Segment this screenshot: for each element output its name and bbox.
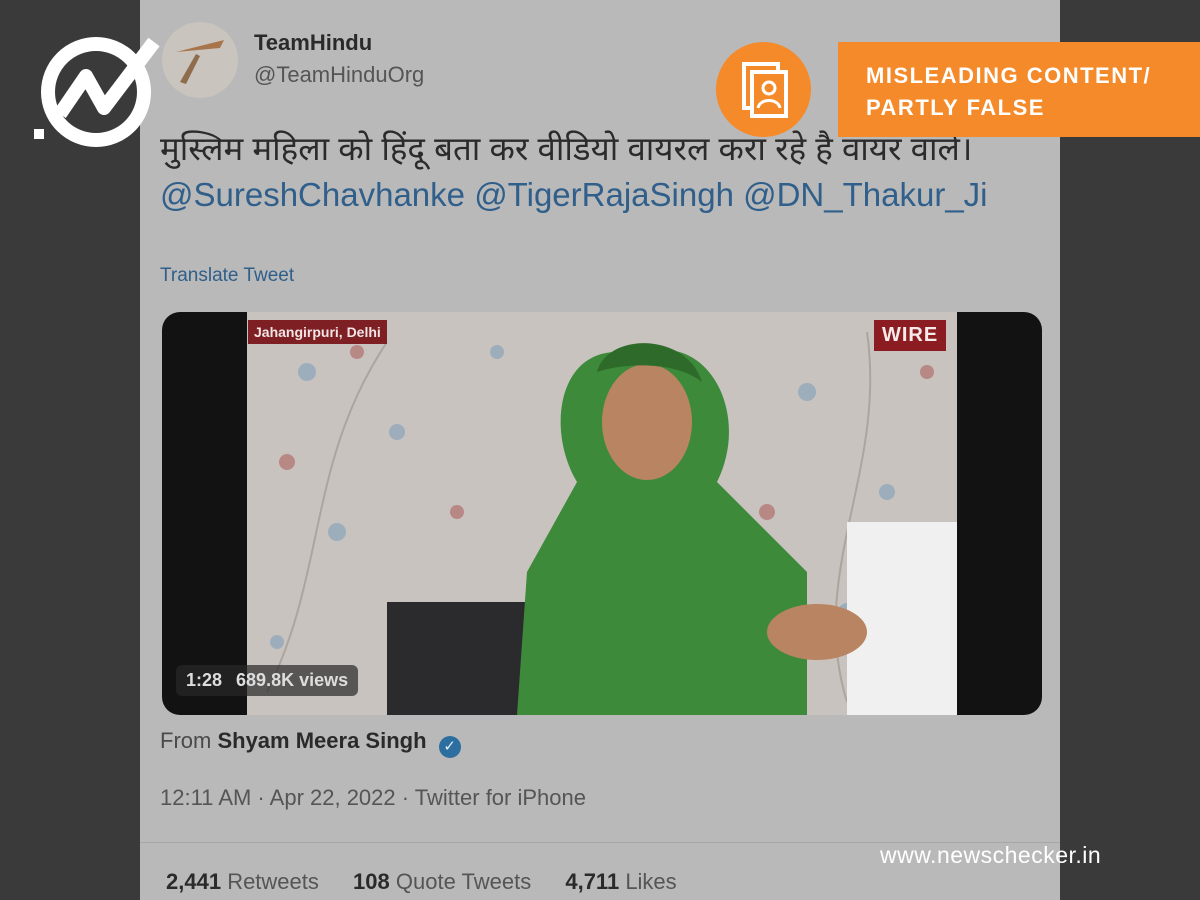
source-logo: WIRE xyxy=(874,320,947,351)
tweet-timestamp[interactable]: 12:11 AM · Apr 22, 2022 · Twitter for iP… xyxy=(160,785,586,811)
profile-avatar[interactable] xyxy=(162,22,238,98)
mention-link[interactable]: @SureshChavhanke xyxy=(160,176,465,213)
video-duration: 1:28 xyxy=(186,670,223,690)
site-url: www.newschecker.in xyxy=(880,842,1102,868)
video-stats: 1:28 689.8K views xyxy=(176,665,359,696)
newschecker-logo-icon xyxy=(34,34,164,149)
video-views: 689.8K views xyxy=(236,670,349,690)
video-frame xyxy=(247,312,957,715)
mention-link[interactable]: @TigerRajaSingh xyxy=(474,176,734,213)
quote-tweets-stat[interactable]: 108 Quote Tweets xyxy=(353,869,531,894)
rating-line-1: MISLEADING CONTENT/ xyxy=(866,63,1152,88)
from-label: From xyxy=(160,728,212,753)
likes-stat[interactable]: 4,711 Likes xyxy=(565,869,676,894)
translate-tweet-link[interactable]: Translate Tweet xyxy=(160,265,294,287)
source-account-link[interactable]: Shyam Meera Singh xyxy=(217,728,426,753)
likes-label: Likes xyxy=(625,869,677,894)
retweets-stat[interactable]: 2,441 Retweets xyxy=(166,869,319,894)
retweets-label: Retweets xyxy=(227,869,319,894)
quote-tweets-label: Quote Tweets xyxy=(395,869,532,894)
likes-count: 4,711 xyxy=(565,869,620,894)
video-player[interactable]: Jahangirpuri, Delhi WIRE 1:28 689.8K view… xyxy=(162,312,1042,715)
video-source: From Shyam Meera Singh ✓ xyxy=(160,728,461,758)
author-display-name[interactable]: TeamHindu xyxy=(254,30,372,56)
verified-badge-icon: ✓ xyxy=(438,736,461,758)
document-person-icon xyxy=(716,42,811,137)
mention-link[interactable]: @DN_Thakur_Ji xyxy=(743,176,987,213)
retweets-count: 2,441 xyxy=(166,869,222,894)
engagement-stats: 2,441 Retweets 108 Quote Tweets 4,711 Li… xyxy=(166,869,705,895)
rating-label: MISLEADING CONTENT/ PARTLY FALSE xyxy=(838,42,1200,137)
quote-tweets-count: 108 xyxy=(353,869,390,894)
author-handle[interactable]: @TeamHinduOrg xyxy=(254,62,424,88)
location-tag: Jahangirpuri, Delhi xyxy=(248,320,387,344)
tweet-text: मुस्लिम महिला को हिंदू बता कर वीडियो वाय… xyxy=(160,126,1040,218)
rating-line-2: PARTLY FALSE xyxy=(866,95,1045,120)
